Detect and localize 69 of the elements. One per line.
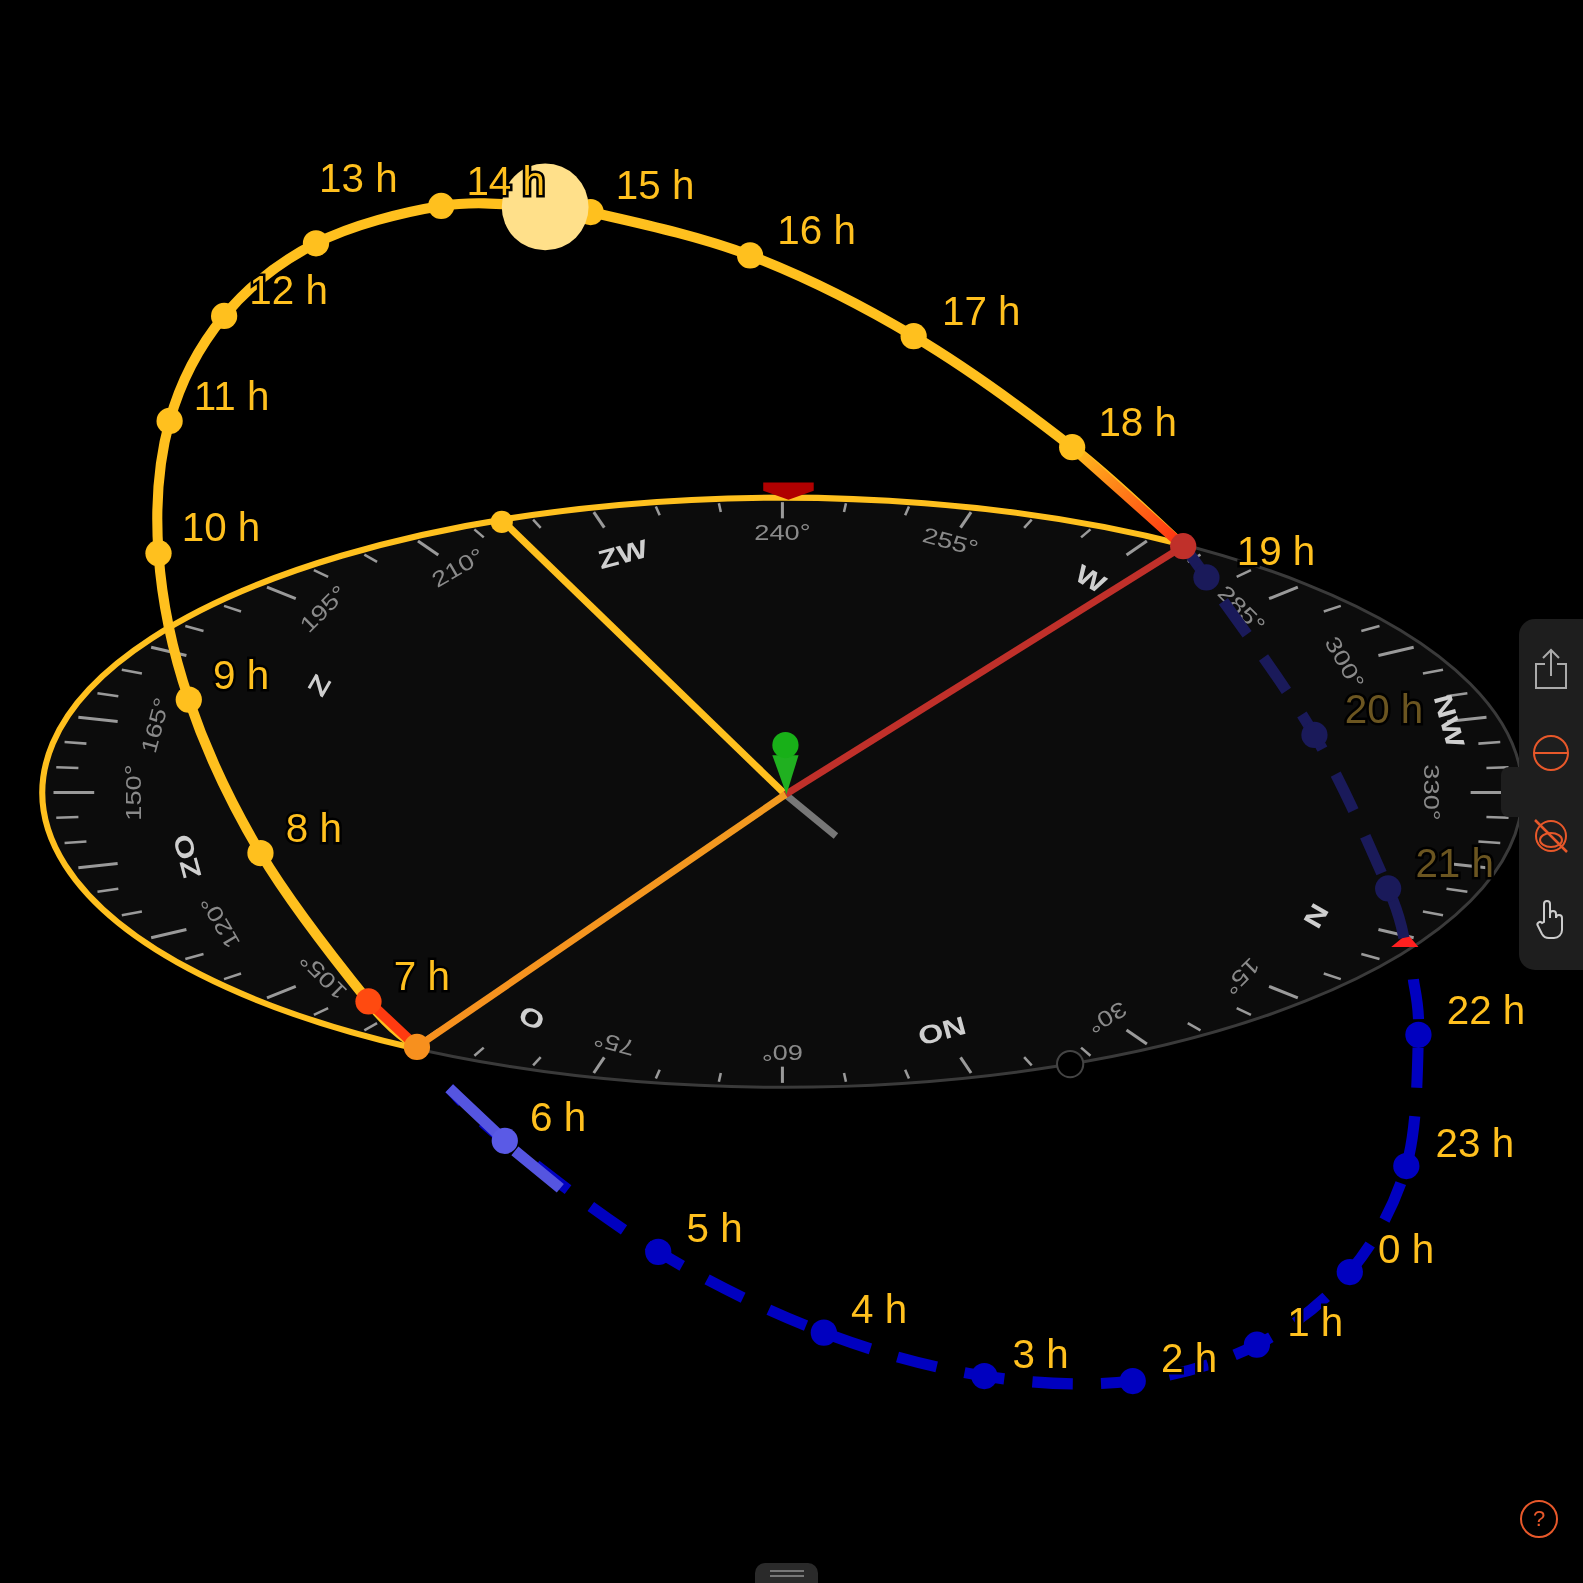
- compass-direction-label: W: [1070, 559, 1111, 599]
- hour-dot: [145, 540, 172, 567]
- hour-label: 19 h: [1236, 527, 1316, 574]
- compass-degree-label: 150°: [121, 764, 146, 821]
- compass-direction-label: NW: [1428, 691, 1470, 751]
- compass-direction-label: Z: [302, 669, 337, 701]
- hour-label: 18 h: [1098, 398, 1177, 445]
- hour-label: 14 h: [466, 158, 545, 205]
- hour-dot: [355, 988, 382, 1015]
- hour-dot: [900, 323, 927, 350]
- hour-dot: [175, 686, 202, 713]
- drag-handle[interactable]: [755, 1563, 818, 1583]
- hour-label: 16 h: [777, 206, 856, 253]
- compass-degree-label: 255°: [920, 522, 981, 561]
- location-pin-icon: [772, 731, 799, 795]
- hour-label: 15 h: [615, 162, 695, 209]
- panel-handle[interactable]: [1501, 767, 1521, 817]
- compass-degree-label: 30°: [1083, 996, 1131, 1039]
- sunrise-dot: [403, 1033, 431, 1061]
- hour-dot: [211, 302, 238, 330]
- hour-label: 3 h: [1012, 1330, 1069, 1377]
- hour-dot: [810, 1319, 837, 1346]
- hour-dot: [1059, 434, 1086, 461]
- hour-label: 22 h: [1446, 987, 1526, 1034]
- hour-dot: [971, 1362, 998, 1390]
- help-button[interactable]: ?: [1520, 1500, 1558, 1538]
- compass-degree-label: 165°: [136, 695, 175, 756]
- hour-dot: [645, 1238, 672, 1265]
- hour-dot: [1405, 1021, 1432, 1048]
- hour-label: 9 h: [213, 652, 270, 699]
- hour-dot: [428, 192, 455, 220]
- share-icon: [1534, 647, 1568, 690]
- hour-dot: [737, 242, 764, 269]
- compass-direction-label: ZW: [595, 534, 651, 575]
- hour-label: 20 h: [1344, 686, 1424, 733]
- hour-label: 23 h: [1435, 1119, 1515, 1166]
- hour-dot: [302, 230, 330, 257]
- compass-degree-label: 240°: [754, 520, 811, 545]
- north-marker-icon: [1391, 933, 1419, 947]
- hour-dot: [1375, 875, 1402, 902]
- hour-dot: [491, 1127, 518, 1154]
- compass-direction-label: O: [514, 999, 549, 1036]
- hour-dot: [247, 839, 274, 867]
- compass-direction-label: NO: [914, 1010, 969, 1051]
- hour-label: 6 h: [530, 1094, 587, 1141]
- compass-direction-label: N: [1298, 898, 1335, 933]
- hour-dot: [156, 407, 183, 435]
- hour-dot: [1301, 721, 1328, 749]
- hour-label: 7 h: [393, 952, 450, 999]
- compass-degree-label: 330°: [1419, 764, 1444, 821]
- hour-label: 13 h: [319, 155, 398, 202]
- hour-label: 8 h: [285, 804, 342, 851]
- hour-dot: [1170, 533, 1197, 560]
- hour-label: 0 h: [1378, 1225, 1435, 1272]
- heading-marker-icon: [763, 482, 814, 500]
- sun-azimuth-dot: [490, 510, 513, 534]
- hour-label: 4 h: [851, 1286, 908, 1333]
- hour-dot: [1393, 1152, 1420, 1180]
- hour-dot: [1243, 1331, 1271, 1358]
- compass-degree-label: 15°: [1218, 953, 1265, 1000]
- hour-dot: [1336, 1258, 1363, 1286]
- hour-label: 10 h: [181, 503, 261, 550]
- hour-label: 11 h: [193, 373, 270, 420]
- compass-degree-label: 75°: [591, 1026, 638, 1061]
- hour-dot: [1119, 1367, 1146, 1395]
- compass-degree-label: 60°: [761, 1040, 803, 1065]
- compass-direction-label: ZO: [167, 831, 207, 882]
- hour-label: 17 h: [941, 287, 1021, 334]
- hour-label: 5 h: [686, 1205, 743, 1252]
